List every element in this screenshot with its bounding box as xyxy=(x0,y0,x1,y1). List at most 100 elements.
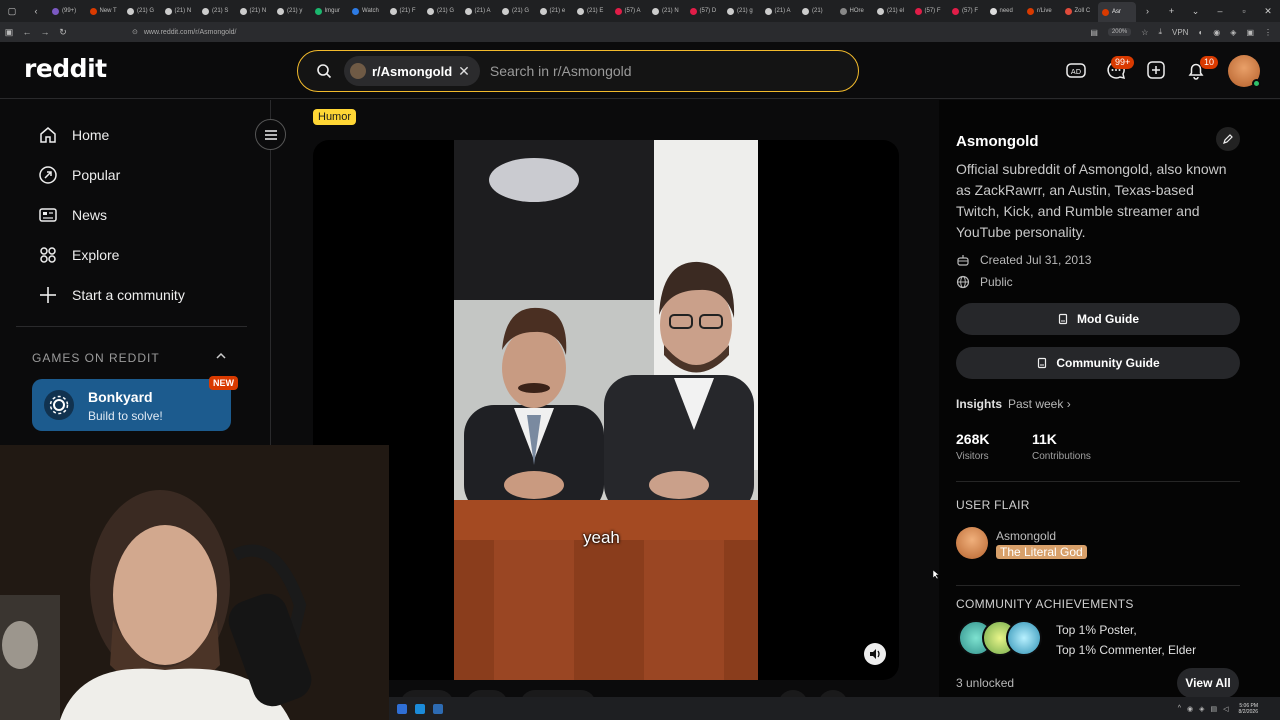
browser-tab[interactable]: HOre xyxy=(836,3,874,19)
tab-menu-icon[interactable]: ⌄ xyxy=(1184,6,1208,17)
vpn-button[interactable]: VPN xyxy=(1172,28,1188,37)
site-info-icon[interactable]: ⊙ xyxy=(132,28,138,36)
browser-tab[interactable]: (21) N xyxy=(648,3,686,19)
mouse-cursor-icon xyxy=(933,570,939,579)
game-card-bonkyard[interactable]: Bonkyard Build to solve! xyxy=(32,379,231,431)
browser-tab[interactable]: need xyxy=(986,3,1024,19)
tab-favicon-icon xyxy=(689,7,697,15)
view-all-button[interactable]: View All xyxy=(1177,668,1239,698)
browser-tab[interactable]: (21) F xyxy=(386,3,424,19)
tab-favicon-icon xyxy=(952,7,959,15)
browser-tab[interactable]: (99+) xyxy=(48,3,86,19)
sidebar-toggle-icon[interactable]: ▢ xyxy=(0,6,24,17)
back-tab-icon[interactable]: ‹ xyxy=(24,6,48,16)
browser-tab[interactable]: (21) N xyxy=(236,3,274,19)
browser-tab[interactable]: Watch xyxy=(348,3,386,19)
browser-tab[interactable]: (21) N xyxy=(161,3,199,19)
insights-period-label: Past week xyxy=(1008,397,1064,411)
collapse-nav-button[interactable] xyxy=(255,119,286,150)
browser-tab[interactable]: (21) E xyxy=(573,3,611,19)
insights-period-dropdown[interactable]: Past week › xyxy=(1008,397,1071,411)
url-field[interactable]: ⊙ www.reddit.com/r/Asmongold/ xyxy=(132,25,992,39)
search-bar[interactable]: r/Asmongold ✕ Search in r/Asmongold xyxy=(297,50,859,92)
bookmark-star-icon[interactable]: ☆ xyxy=(1141,28,1148,37)
extension-icon[interactable]: ◐ xyxy=(1198,28,1203,37)
browser-tab[interactable]: (21) A xyxy=(761,3,799,19)
tab-favicon-icon xyxy=(802,7,809,15)
browser-tab[interactable]: (21) G xyxy=(123,3,161,19)
edit-community-button[interactable] xyxy=(1216,127,1240,151)
browser-tab[interactable]: Zoll C xyxy=(1061,3,1099,19)
browser-tab[interactable]: (21) G xyxy=(423,3,461,19)
browser-tab[interactable]: New T xyxy=(86,3,124,19)
games-section-heading[interactable]: GAMES ON REDDIT xyxy=(32,351,160,365)
sidebar-item-home[interactable]: Home xyxy=(38,125,109,145)
forward-icon[interactable]: → xyxy=(36,27,54,37)
browser-tab[interactable]: (21) A xyxy=(461,3,499,19)
taskbar-clock[interactable]: 5:06 PM 8/2/2026 xyxy=(1239,703,1258,715)
extension-icon[interactable]: ◈ xyxy=(1230,28,1236,37)
download-icon[interactable]: ⤓ xyxy=(1158,27,1162,37)
browser-tab[interactable]: (21) el xyxy=(873,3,911,19)
network-icon[interactable]: ▤ xyxy=(1211,705,1218,713)
reader-icon[interactable]: ▤ xyxy=(1090,28,1098,37)
browser-tab[interactable]: (21) G xyxy=(498,3,536,19)
tray-chevron-icon[interactable]: ^ xyxy=(1178,705,1181,713)
sidebar-item-news[interactable]: News xyxy=(38,205,107,225)
tray-app-icon[interactable]: ◉ xyxy=(1187,705,1193,713)
browser-tab[interactable]: (21) e xyxy=(536,3,574,19)
reload-icon[interactable]: ↻ xyxy=(54,27,72,38)
create-post-icon[interactable] xyxy=(1145,59,1167,81)
browser-tab[interactable]: Imgur xyxy=(311,3,349,19)
tray-app-icon[interactable]: ◈ xyxy=(1199,705,1204,713)
maximize-icon[interactable]: ▫ xyxy=(1232,6,1256,16)
mod-guide-button[interactable]: Mod Guide xyxy=(956,303,1240,335)
sidebar-panel-icon[interactable]: ▣ xyxy=(0,27,18,38)
close-window-icon[interactable]: ✕ xyxy=(1256,6,1280,17)
minimize-icon[interactable]: – xyxy=(1208,6,1232,16)
user-flair-tag[interactable]: The Literal God xyxy=(996,545,1087,559)
new-tab-icon[interactable]: + xyxy=(1160,6,1184,16)
sidebar-item-start-community[interactable]: Start a community xyxy=(38,285,185,305)
search-input[interactable]: Search in r/Asmongold xyxy=(490,63,632,79)
browser-tab[interactable]: (21) xyxy=(798,3,836,19)
tab-label: need xyxy=(999,8,1013,14)
browser-tab[interactable]: (57) A xyxy=(611,3,649,19)
browser-tab[interactable]: (21) g xyxy=(723,3,761,19)
browser-tab[interactable]: (57) F xyxy=(911,3,949,19)
browser-tab[interactable]: (21) S xyxy=(198,3,236,19)
tab-favicon-icon xyxy=(877,7,884,15)
menu-icon[interactable]: ⋮ xyxy=(1264,28,1272,37)
volume-tray-icon[interactable]: ◁ xyxy=(1223,705,1228,713)
extension-icon[interactable]: ◉ xyxy=(1213,28,1220,37)
gear-icon xyxy=(44,390,74,420)
browser-tab[interactable]: Asr xyxy=(1098,2,1136,22)
video-player[interactable] xyxy=(313,140,899,680)
browser-tab[interactable]: (57) D xyxy=(686,3,724,19)
achievement-badges[interactable] xyxy=(958,620,1044,658)
app-taskbar-icon[interactable] xyxy=(433,703,443,714)
browser-tab[interactable]: (57) F xyxy=(948,3,986,19)
created-date-row: Created Jul 31, 2013 xyxy=(956,253,1091,267)
community-guide-button[interactable]: Community Guide xyxy=(956,347,1240,379)
sidebar-item-explore[interactable]: Explore xyxy=(38,245,119,265)
search-icon xyxy=(317,64,332,79)
user-avatar[interactable] xyxy=(1228,55,1261,88)
chevron-up-icon[interactable] xyxy=(215,350,227,362)
sidebar-item-popular[interactable]: Popular xyxy=(38,165,120,185)
post-flair[interactable]: Humor xyxy=(313,109,357,125)
extension-icon[interactable]: ▣ xyxy=(1246,28,1254,37)
search-taskbar-icon[interactable] xyxy=(397,703,407,714)
mute-button[interactable] xyxy=(864,643,886,665)
zoom-indicator[interactable]: 200% xyxy=(1107,28,1132,36)
reddit-logo[interactable]: reddit xyxy=(24,54,107,83)
steam-icon[interactable] xyxy=(415,703,425,714)
browser-tab[interactable]: r/Live xyxy=(1023,3,1061,19)
achievement-line: Top 1% Poster, xyxy=(1056,623,1137,637)
advertise-icon[interactable]: AD xyxy=(1065,59,1087,81)
close-icon[interactable]: ✕ xyxy=(458,63,470,80)
subreddit-search-chip[interactable]: r/Asmongold ✕ xyxy=(344,56,480,86)
browser-tab[interactable]: (21) y xyxy=(273,3,311,19)
back-icon[interactable]: ← xyxy=(18,27,36,37)
tab-scroll-right-icon[interactable]: › xyxy=(1136,6,1160,16)
